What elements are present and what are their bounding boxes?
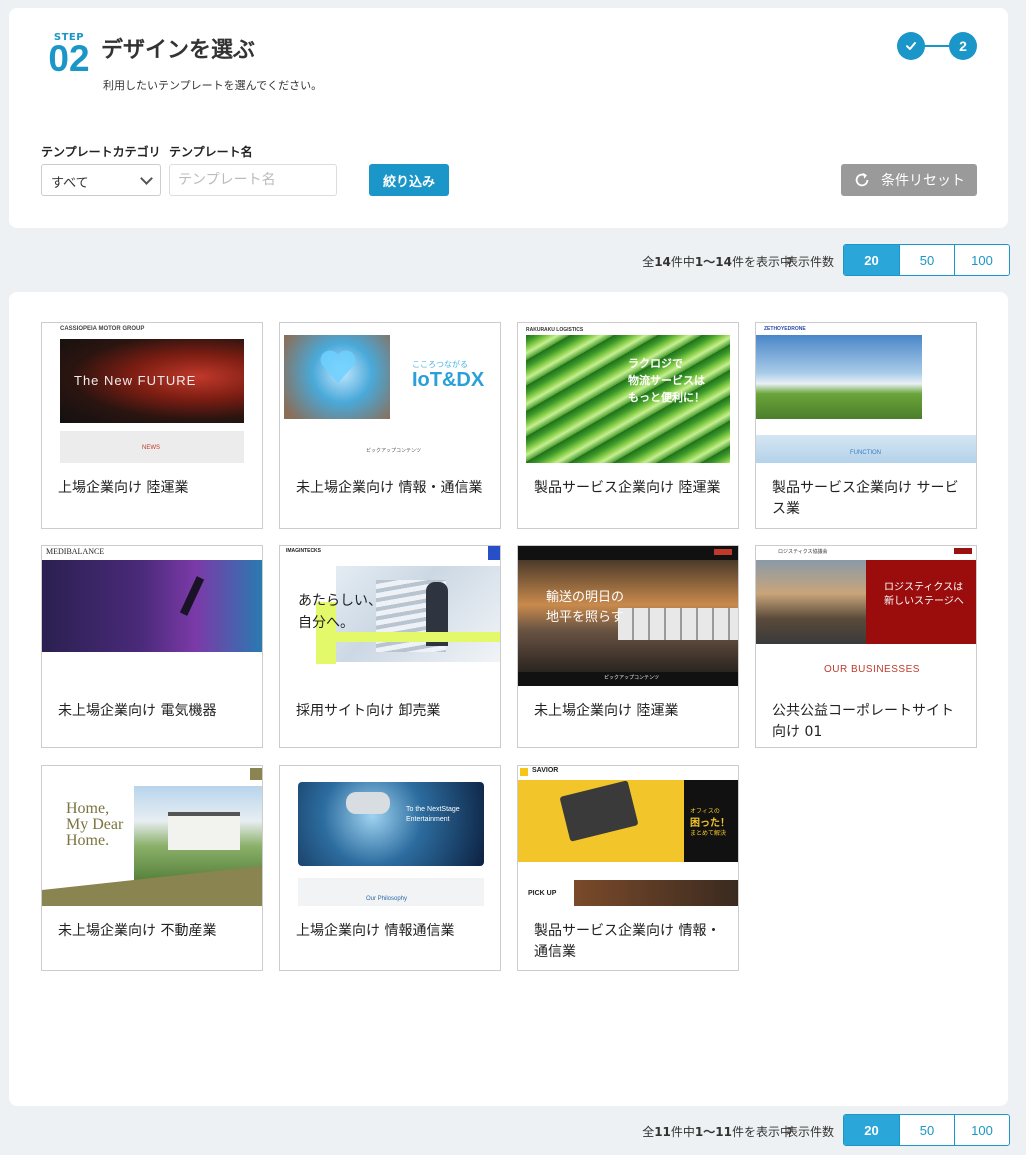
template-thumbnail: MEDIBALANCE — [42, 546, 262, 686]
thumb-text: OUR BUSINESSES — [824, 664, 920, 675]
template-thumbnail: Home, My Dear Home. — [42, 766, 262, 906]
thumb-text: 自分へ。 — [298, 614, 354, 630]
thumb-text: 輸送の明日の — [546, 589, 625, 604]
per-page-label: 表示件数 — [786, 255, 835, 269]
template-name-label: テンプレート名 — [169, 145, 253, 159]
per-page-option-50[interactable]: 50 — [899, 245, 954, 275]
template-card[interactable]: SAVIOR オフィスの 困った！ まとめて解決 PICK UP 製品サービス企… — [517, 765, 739, 971]
thumb-text: ラクロジで — [628, 358, 683, 370]
result-count: 全11件中1〜11件を表示中 — [642, 1125, 792, 1139]
result-count: 全14件中1〜14件を表示中 — [642, 255, 792, 269]
thumb-text: まとめて解決 — [690, 831, 727, 837]
template-thumbnail: IMAGINTECKS あたらしい、 自分へ。 — [280, 546, 500, 686]
template-name: 上場企業向け 情報通信業 — [296, 923, 455, 939]
template-card[interactable]: Home, My Dear Home. 未上場企業向け 不動産業 — [41, 765, 263, 971]
progress-step-2: 2 — [949, 32, 977, 60]
page-title: デザインを選ぶ — [101, 38, 256, 63]
template-card[interactable]: IMAGINTECKS あたらしい、 自分へ。 採用サイト向け 卸売業 — [279, 545, 501, 748]
per-page-selector: 20 50 100 — [843, 244, 1010, 276]
per-page-option-100[interactable]: 100 — [954, 1115, 1009, 1145]
thumb-text: 新しいステージへ — [884, 596, 964, 607]
step-number: 02 — [48, 38, 90, 79]
thumb-text: 困った！ — [690, 818, 730, 829]
template-name: 製品サービス企業向け 情報・通信業 — [534, 923, 721, 960]
template-card[interactable]: CASSIOPEIA MOTOR GROUP The New FUTURE NE… — [41, 322, 263, 529]
category-label: テンプレートカテゴリ — [41, 145, 161, 159]
template-name: 未上場企業向け 電気機器 — [58, 703, 217, 719]
thumb-text: IoT&DX — [412, 369, 485, 391]
template-thumbnail: SAVIOR オフィスの 困った！ まとめて解決 PICK UP — [518, 766, 738, 906]
category-select[interactable]: すべて — [41, 164, 161, 196]
thumb-text: あたらしい、 — [298, 592, 382, 608]
template-card[interactable]: RAKURAKU LOGISTICS ラクロジで 物流サービスは もっと便利に！… — [517, 322, 739, 529]
step-indicator: STEP 02 — [41, 32, 97, 79]
reset-button[interactable]: 条件リセット — [841, 164, 977, 196]
per-page-option-50[interactable]: 50 — [899, 1115, 954, 1145]
page-subtitle: 利用したいテンプレートを選んでください。 — [103, 79, 323, 92]
template-thumbnail: RAKURAKU LOGISTICS ラクロジで 物流サービスは もっと便利に！ — [518, 323, 738, 463]
template-thumbnail: 輸送の明日の 地平を照らす ピックアップコンテンツ — [518, 546, 738, 686]
template-name: 未上場企業向け 情報・通信業 — [296, 480, 483, 496]
template-name-input[interactable] — [169, 164, 337, 196]
thumb-text: IMAGINTECKS — [286, 548, 321, 554]
template-name: 公共公益コーポレートサイト向け 01 — [772, 703, 954, 740]
thumb-text: FUNCTION — [850, 450, 881, 456]
template-name: 製品サービス企業向け 陸運業 — [534, 480, 721, 496]
refresh-icon — [855, 172, 869, 187]
template-name: 上場企業向け 陸運業 — [58, 480, 189, 496]
template-thumbnail: CASSIOPEIA MOTOR GROUP The New FUTURE NE… — [42, 323, 262, 463]
template-name: 未上場企業向け 不動産業 — [58, 923, 217, 939]
thumb-text: PICK UP — [528, 890, 557, 897]
per-page-option-100[interactable]: 100 — [954, 245, 1009, 275]
step-progress: 2 — [897, 32, 977, 60]
thumb-text: SAVIOR — [532, 767, 559, 774]
template-name: 採用サイト向け 卸売業 — [296, 703, 441, 719]
thumb-text: MEDIBALANCE — [46, 547, 105, 556]
thumb-text: ピックアップコンテンツ — [366, 448, 422, 454]
per-page-selector: 20 50 100 — [843, 1114, 1010, 1146]
thumb-text: ロジスティクスは — [884, 582, 964, 593]
pagination-top: 全14件中1〜14件を表示中 表示件数 20 50 100 — [0, 244, 1026, 276]
template-card[interactable]: ZETHOYEDRONE FUNCTION 製品サービス企業向け サービス業 — [755, 322, 977, 529]
template-card[interactable]: 輸送の明日の 地平を照らす ピックアップコンテンツ 未上場企業向け 陸運業 — [517, 545, 739, 748]
template-thumbnail: ロジスティクス協議会 ロジスティクスは 新しいステージへ OUR BUSINES… — [756, 546, 976, 686]
category-select-value: すべて — [51, 176, 89, 191]
template-thumbnail: こころつながる IoT&DX ピックアップコンテンツ — [280, 323, 500, 463]
pagination-bottom: 全11件中1〜11件を表示中 表示件数 20 50 100 — [0, 1114, 1026, 1146]
template-card[interactable]: ロジスティクス協議会 ロジスティクスは 新しいステージへ OUR BUSINES… — [755, 545, 977, 748]
template-name: 製品サービス企業向け サービス業 — [772, 480, 959, 517]
template-card[interactable]: To the NextStage Entertainment Our Philo… — [279, 765, 501, 971]
thumb-text: ロジスティクス協議会 — [778, 549, 828, 555]
template-card[interactable]: こころつながる IoT&DX ピックアップコンテンツ 未上場企業向け 情報・通信… — [279, 322, 501, 529]
template-thumbnail: To the NextStage Entertainment Our Philo… — [280, 766, 500, 906]
thumb-text: 地平を照らす — [546, 609, 624, 624]
per-page-label: 表示件数 — [786, 1125, 835, 1139]
thumb-text: ZETHOYEDRONE — [764, 326, 806, 332]
template-grid-panel: CASSIOPEIA MOTOR GROUP The New FUTURE NE… — [9, 292, 1008, 1106]
check-icon — [897, 32, 925, 60]
template-card[interactable]: MEDIBALANCE 未上場企業向け 電気機器 — [41, 545, 263, 748]
thumb-text: もっと便利に！ — [628, 392, 705, 404]
filter-button[interactable]: 絞り込み — [369, 164, 449, 196]
thumb-text: Our Philosophy — [366, 896, 408, 902]
thumb-text: The New FUTURE — [74, 373, 197, 388]
thumb-text: NEWS — [142, 445, 160, 451]
thumb-text: To the NextStage — [406, 806, 460, 813]
template-name: 未上場企業向け 陸運業 — [534, 703, 679, 719]
template-thumbnail: ZETHOYEDRONE FUNCTION — [756, 323, 976, 463]
thumb-text: 物流サービスは — [628, 375, 705, 387]
per-page-option-20[interactable]: 20 — [844, 1115, 899, 1145]
thumb-text: Home. — [66, 832, 110, 849]
per-page-option-20[interactable]: 20 — [844, 245, 899, 275]
thumb-text: Entertainment — [406, 816, 450, 823]
chevron-down-icon — [140, 172, 153, 185]
reset-button-label: 条件リセット — [881, 173, 965, 189]
thumb-text: RAKURAKU LOGISTICS — [526, 327, 584, 333]
header-panel: STEP 02 デザインを選ぶ 利用したいテンプレートを選んでください。 2 テ… — [9, 8, 1008, 228]
thumb-text: CASSIOPEIA MOTOR GROUP — [60, 326, 145, 332]
thumb-text: ピックアップコンテンツ — [604, 675, 660, 681]
